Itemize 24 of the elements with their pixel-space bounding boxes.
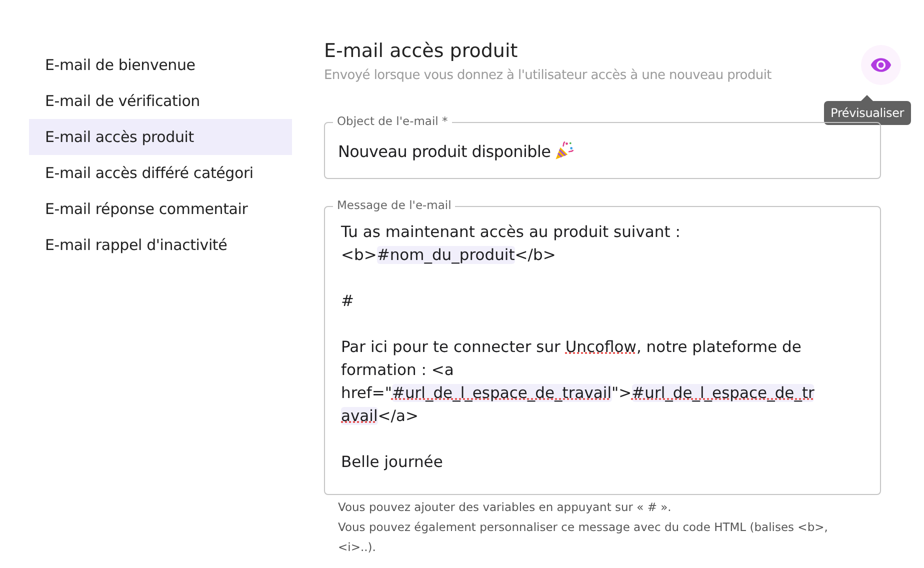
message-line: # <box>341 291 355 312</box>
field-value: Nouveau produit disponible <box>338 142 551 160</box>
message-line: Belle journée <box>341 452 444 473</box>
helper-text: Vous pouvez également personnaliser ce message avec du code HTML (balises <b>, <i>..). <box>338 519 829 556</box>
message-line: formation : <a <box>341 360 455 381</box>
sidebar-item[interactable]: E-mail réponse commentair <box>29 191 292 227</box>
message-line: avail</a> <box>341 406 420 427</box>
sidebar-item[interactable]: E-mail accès produit <box>29 119 292 155</box>
tooltip: Prévisualiser <box>824 95 911 125</box>
sidebar-item[interactable]: E-mail de vérification <box>29 83 292 119</box>
sidebar-item[interactable]: E-mail de bienvenue <box>29 47 292 83</box>
field-label: Message de l'e-mail <box>333 198 456 213</box>
message-field[interactable] <box>324 198 881 495</box>
page-subtitle: Envoyé lorsque vous donnez à l'utilisateur accès à une nouveau produit <box>324 68 772 83</box>
field-label: Object de l'e-mail * <box>333 114 452 129</box>
sidebar-item[interactable]: E-mail accès différé catégori <box>29 155 292 191</box>
message-line: <b>#nom_du_produit</b> <box>341 245 557 266</box>
message-line: Tu as maintenant accès au produit suivant : <box>341 222 682 243</box>
sidebar-item[interactable]: E-mail rappel d'inactivité <box>29 227 292 263</box>
page-title: E-mail accès produit <box>324 40 519 62</box>
message-line: href="#url_de_l_espace_de_travail">#url_de_l_espace_de_tr <box>341 383 816 404</box>
helper-text: Vous pouvez ajouter des variables en appuyant sur « # ». <box>338 499 672 516</box>
preview-button[interactable] <box>861 45 901 85</box>
message-line: Par ici pour te connecter sur Uncoflow, notre plateforme de <box>341 337 802 358</box>
